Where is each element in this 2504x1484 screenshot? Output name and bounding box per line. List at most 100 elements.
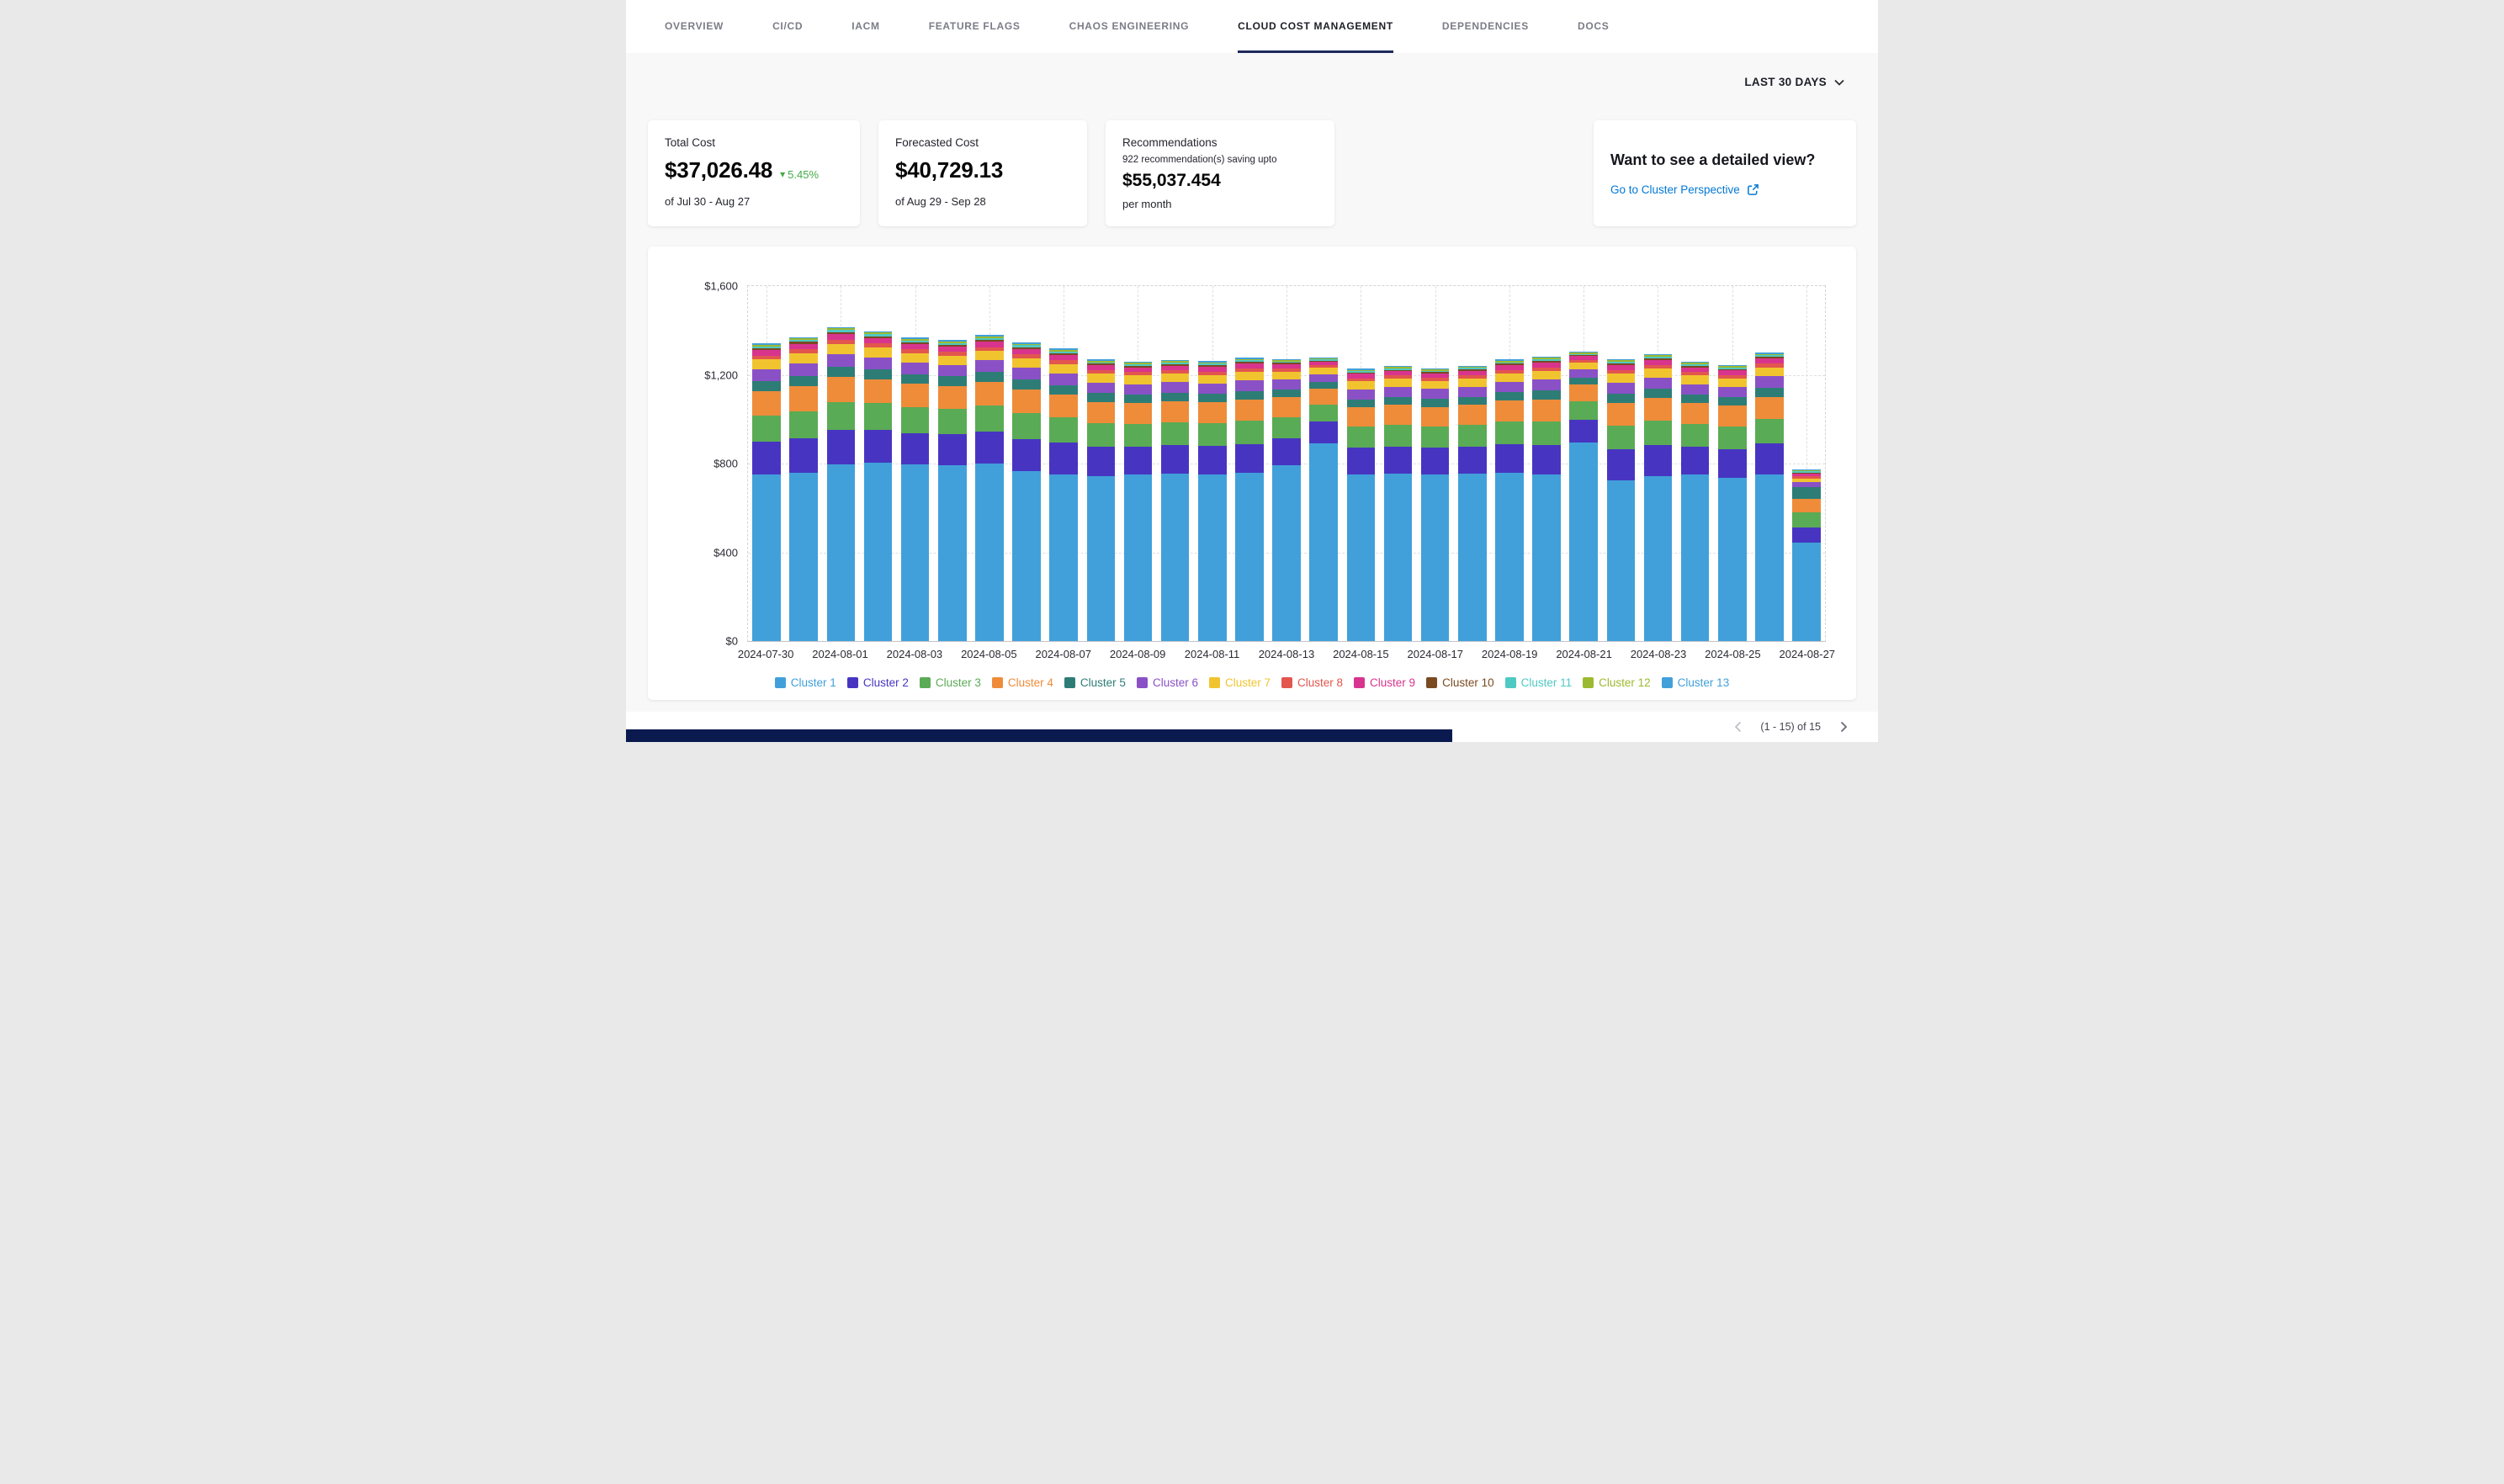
bar-2024-08-23[interactable] — [1644, 354, 1673, 641]
bar-segment-cluster-4[interactable] — [1607, 403, 1636, 426]
bar-segment-cluster-4[interactable] — [1049, 395, 1078, 418]
bar-segment-cluster-4[interactable] — [1124, 403, 1153, 424]
bar-segment-cluster-5[interactable] — [938, 376, 967, 385]
bar-2024-08-03[interactable] — [901, 337, 930, 641]
bar-segment-cluster-5[interactable] — [1347, 400, 1376, 408]
bar-segment-cluster-1[interactable] — [1792, 543, 1821, 641]
bar-segment-cluster-5[interactable] — [1569, 378, 1598, 384]
bar-segment-cluster-3[interactable] — [975, 405, 1004, 432]
bar-segment-cluster-5[interactable] — [1049, 385, 1078, 395]
legend-item-cluster-13[interactable]: Cluster 13 — [1662, 676, 1730, 689]
bar-segment-cluster-6[interactable] — [1124, 384, 1153, 395]
bar-segment-cluster-7[interactable] — [1607, 374, 1636, 383]
bar-segment-cluster-7[interactable] — [975, 351, 1004, 360]
legend-item-cluster-4[interactable]: Cluster 4 — [992, 676, 1053, 689]
bar-2024-08-06[interactable] — [1012, 342, 1041, 641]
bar-segment-cluster-1[interactable] — [1198, 474, 1227, 641]
bar-segment-cluster-3[interactable] — [752, 416, 781, 442]
bar-segment-cluster-1[interactable] — [1161, 474, 1190, 641]
bar-segment-cluster-2[interactable] — [1161, 445, 1190, 474]
legend-item-cluster-12[interactable]: Cluster 12 — [1583, 676, 1651, 689]
bar-segment-cluster-2[interactable] — [1124, 447, 1153, 475]
bar-segment-cluster-1[interactable] — [1532, 474, 1561, 641]
bar-segment-cluster-7[interactable] — [864, 347, 893, 358]
bar-segment-cluster-5[interactable] — [1532, 390, 1561, 400]
bar-2024-08-14[interactable] — [1309, 358, 1338, 641]
bar-segment-cluster-6[interactable] — [1012, 368, 1041, 379]
bar-segment-cluster-1[interactable] — [1755, 474, 1784, 641]
bar-segment-cluster-4[interactable] — [1718, 405, 1747, 427]
bar-segment-cluster-2[interactable] — [1607, 449, 1636, 480]
bar-2024-08-19[interactable] — [1495, 359, 1524, 641]
bar-segment-cluster-2[interactable] — [1384, 447, 1413, 474]
bar-segment-cluster-4[interactable] — [752, 391, 781, 416]
legend-item-cluster-5[interactable]: Cluster 5 — [1064, 676, 1126, 689]
bar-segment-cluster-1[interactable] — [752, 474, 781, 641]
bar-segment-cluster-6[interactable] — [789, 363, 818, 376]
bar-segment-cluster-3[interactable] — [1755, 419, 1784, 443]
bar-segment-cluster-3[interactable] — [1569, 401, 1598, 420]
bar-segment-cluster-4[interactable] — [1569, 384, 1598, 401]
bar-segment-cluster-1[interactable] — [1421, 474, 1450, 641]
bar-2024-08-05[interactable] — [975, 335, 1004, 641]
bar-segment-cluster-7[interactable] — [1458, 379, 1487, 387]
bar-segment-cluster-7[interactable] — [1644, 368, 1673, 378]
bar-segment-cluster-6[interactable] — [1421, 389, 1450, 399]
bar-segment-cluster-7[interactable] — [1012, 358, 1041, 368]
bar-segment-cluster-7[interactable] — [1124, 375, 1153, 384]
bar-segment-cluster-2[interactable] — [901, 433, 930, 465]
bar-segment-cluster-6[interactable] — [1755, 376, 1784, 387]
bar-segment-cluster-2[interactable] — [1532, 445, 1561, 474]
legend-item-cluster-1[interactable]: Cluster 1 — [775, 676, 836, 689]
bar-segment-cluster-2[interactable] — [1309, 421, 1338, 443]
bar-segment-cluster-3[interactable] — [1792, 512, 1821, 527]
tab-dependencies[interactable]: DEPENDENCIES — [1442, 0, 1529, 53]
bar-segment-cluster-3[interactable] — [1532, 421, 1561, 445]
tab-cloud-cost-management[interactable]: CLOUD COST MANAGEMENT — [1238, 0, 1393, 53]
bar-2024-08-04[interactable] — [938, 340, 967, 641]
bar-segment-cluster-4[interactable] — [1235, 400, 1264, 421]
bar-segment-cluster-2[interactable] — [1087, 447, 1116, 476]
bar-segment-cluster-3[interactable] — [1198, 423, 1227, 446]
bar-segment-cluster-7[interactable] — [827, 344, 856, 354]
bar-2024-07-31[interactable] — [789, 337, 818, 641]
bar-segment-cluster-6[interactable] — [1272, 379, 1301, 390]
bar-segment-cluster-2[interactable] — [1347, 448, 1376, 474]
bar-segment-cluster-2[interactable] — [789, 438, 818, 473]
bar-segment-cluster-9[interactable] — [864, 338, 893, 344]
bar-segment-cluster-4[interactable] — [1347, 407, 1376, 427]
bar-segment-cluster-4[interactable] — [938, 386, 967, 409]
bar-segment-cluster-6[interactable] — [1495, 382, 1524, 392]
bar-segment-cluster-6[interactable] — [1235, 380, 1264, 390]
bar-segment-cluster-4[interactable] — [901, 384, 930, 407]
bar-segment-cluster-4[interactable] — [1792, 499, 1821, 512]
bar-segment-cluster-4[interactable] — [1384, 405, 1413, 425]
bar-segment-cluster-5[interactable] — [1309, 382, 1338, 389]
bar-segment-cluster-1[interactable] — [1087, 476, 1116, 641]
bar-segment-cluster-4[interactable] — [827, 377, 856, 402]
bar-2024-08-27[interactable] — [1792, 469, 1821, 641]
bar-segment-cluster-3[interactable] — [1272, 417, 1301, 438]
bar-segment-cluster-7[interactable] — [1198, 375, 1227, 384]
bar-2024-08-12[interactable] — [1235, 358, 1264, 641]
bar-segment-cluster-6[interactable] — [1681, 384, 1710, 395]
bar-segment-cluster-7[interactable] — [938, 356, 967, 365]
bar-segment-cluster-3[interactable] — [864, 403, 893, 429]
bar-segment-cluster-5[interactable] — [1755, 388, 1784, 397]
bar-2024-08-02[interactable] — [864, 331, 893, 641]
bar-2024-08-10[interactable] — [1161, 360, 1190, 641]
legend-item-cluster-8[interactable]: Cluster 8 — [1281, 676, 1343, 689]
bar-segment-cluster-7[interactable] — [1049, 364, 1078, 374]
bar-segment-cluster-4[interactable] — [1458, 405, 1487, 425]
legend-item-cluster-3[interactable]: Cluster 3 — [920, 676, 981, 689]
bar-segment-cluster-3[interactable] — [1347, 427, 1376, 448]
bar-segment-cluster-3[interactable] — [1718, 427, 1747, 449]
bar-segment-cluster-7[interactable] — [752, 359, 781, 369]
bar-segment-cluster-1[interactable] — [1347, 474, 1376, 641]
bar-2024-08-22[interactable] — [1607, 359, 1636, 641]
bar-segment-cluster-3[interactable] — [1087, 423, 1116, 447]
legend-item-cluster-7[interactable]: Cluster 7 — [1209, 676, 1271, 689]
bar-segment-cluster-5[interactable] — [1272, 390, 1301, 398]
bar-segment-cluster-7[interactable] — [1347, 381, 1376, 390]
bar-segment-cluster-2[interactable] — [1421, 448, 1450, 474]
